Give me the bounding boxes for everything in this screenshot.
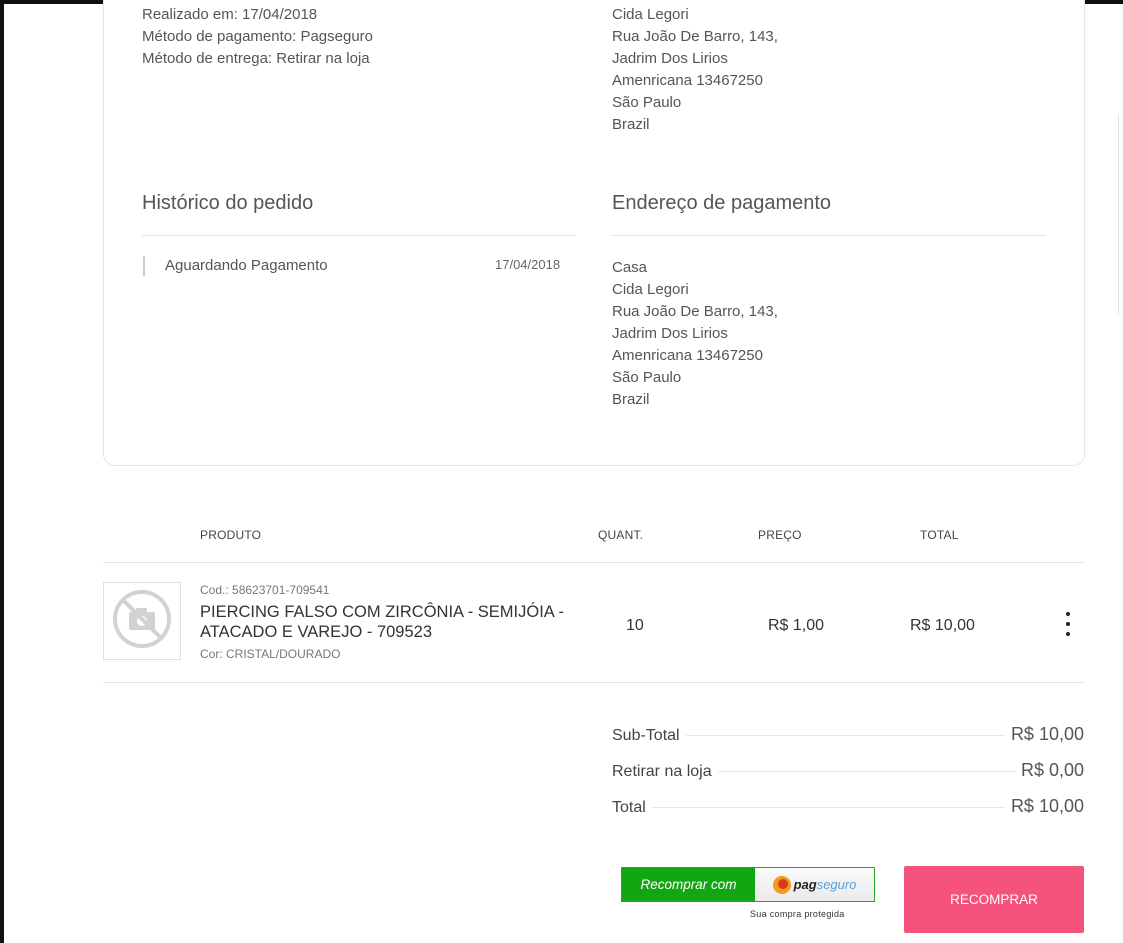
- pagseguro-button-label: Recomprar com: [622, 868, 755, 901]
- no-photo-icon: [110, 587, 174, 656]
- recomprar-pagseguro-button[interactable]: Recomprar com pagseguro: [621, 867, 875, 902]
- history-title: Histórico do pedido: [142, 192, 314, 214]
- window-left-border: [0, 0, 4, 943]
- address-line: Jadrim Dos Lirios: [612, 50, 728, 67]
- dotted-leader: [717, 771, 1015, 772]
- product-code: Cod.: 58623701-709541: [200, 583, 330, 597]
- product-price: R$ 1,00: [768, 617, 825, 634]
- address-line: São Paulo: [612, 94, 682, 111]
- address-line: Rua João De Barro, 143,: [612, 28, 778, 45]
- shipping-value: R$ 0,00: [1020, 760, 1084, 780]
- product-total: R$ 10,00: [910, 617, 975, 634]
- history-status: Aguardando Pagamento: [165, 257, 328, 274]
- product-color: Cor: CRISTAL/DOURADO: [200, 647, 341, 661]
- order-delivery-method: Método de entrega: Retirar na loja: [142, 50, 370, 67]
- dotted-leader: [685, 735, 1005, 736]
- payment-address-title: Endereço de pagamento: [612, 192, 832, 214]
- address-line: Amenricana 13467250: [612, 72, 763, 89]
- recomprar-button[interactable]: RECOMPRAR: [904, 866, 1084, 933]
- address-line: Cida Legori: [612, 6, 689, 23]
- column-header-price: PREÇO: [758, 528, 802, 542]
- divider: [103, 682, 1085, 683]
- subtotal-value: R$ 10,00: [1010, 724, 1084, 744]
- column-header-product: PRODUTO: [200, 528, 262, 542]
- subtotal-label: Sub-Total: [612, 727, 680, 744]
- summary-total: Total R$ 10,00: [612, 796, 1084, 817]
- more-options-icon[interactable]: [1060, 610, 1076, 638]
- scroll-track: [1118, 115, 1119, 315]
- dotted-leader: [651, 807, 1005, 808]
- summary-subtotal: Sub-Total R$ 10,00: [612, 724, 1084, 745]
- history-date: 17/04/2018: [495, 257, 561, 272]
- column-header-total: TOTAL: [920, 528, 959, 542]
- address-line: Rua João De Barro, 143,: [612, 303, 778, 320]
- divider: [142, 235, 576, 236]
- address-line: Cida Legori: [612, 281, 689, 298]
- total-value: R$ 10,00: [1010, 796, 1084, 816]
- divider: [103, 562, 1085, 563]
- total-label: Total: [612, 799, 646, 816]
- pagseguro-logo: pagseguro: [755, 868, 874, 901]
- payment-address: Casa Cida Legori Rua João De Barro, 143,…: [612, 257, 778, 411]
- summary-shipping: Retirar na loja R$ 0,00: [612, 760, 1084, 781]
- address-line: Jadrim Dos Lirios: [612, 325, 728, 342]
- product-name[interactable]: PIERCING FALSO COM ZIRCÔNIA - SEMIJÓIA -…: [200, 602, 600, 642]
- shipping-label: Retirar na loja: [612, 763, 712, 780]
- order-date: Realizado em: 17/04/2018: [142, 6, 318, 23]
- history-timeline-bar: [143, 256, 145, 276]
- pagseguro-logo-icon: [772, 875, 791, 894]
- product-thumbnail[interactable]: [103, 582, 181, 660]
- column-header-quantity: QUANT.: [598, 528, 644, 542]
- pagseguro-brand: pagseguro: [793, 877, 857, 892]
- address-line: Amenricana 13467250: [612, 347, 763, 364]
- address-line: Brazil: [612, 391, 650, 408]
- product-quantity: 10: [626, 617, 644, 634]
- shipping-address: Cida Legori Rua João De Barro, 143, Jadr…: [612, 4, 778, 136]
- address-line: Brazil: [612, 116, 650, 133]
- address-line: São Paulo: [612, 369, 682, 386]
- divider: [612, 235, 1046, 236]
- pagseguro-protection-note: Sua compra protegida: [750, 909, 845, 919]
- order-info: Realizado em: 17/04/2018 Método de pagam…: [142, 4, 373, 70]
- address-line: Casa: [612, 259, 648, 276]
- order-payment-method: Método de pagamento: Pagseguro: [142, 28, 373, 45]
